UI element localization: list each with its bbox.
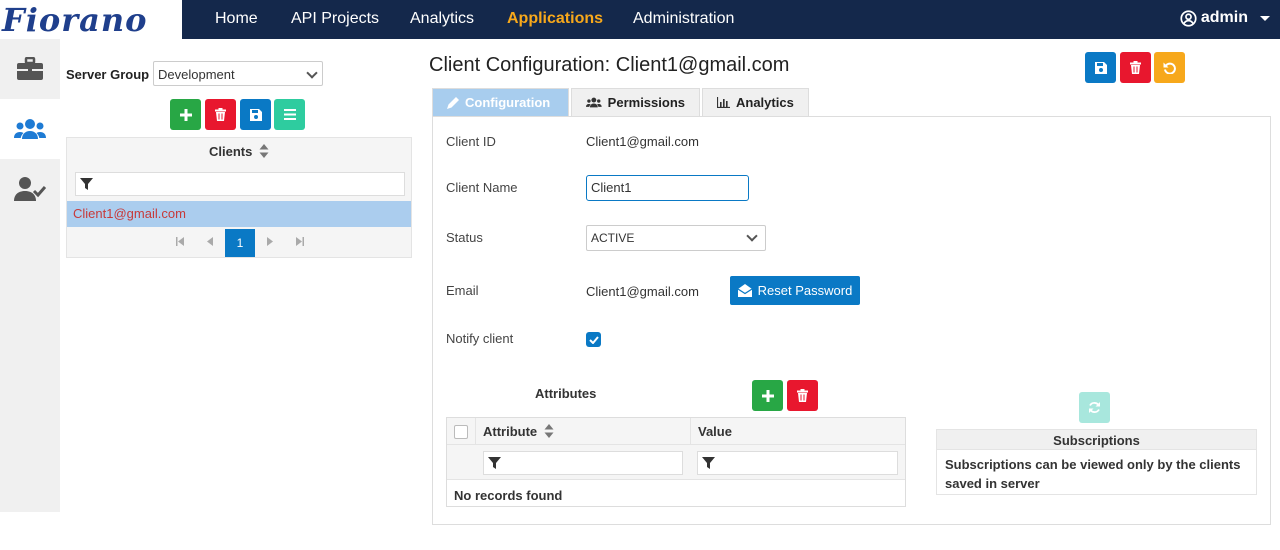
add-attribute-button[interactable] xyxy=(752,380,783,411)
subscriptions-message: Subscriptions can be viewed only by the … xyxy=(936,450,1257,495)
plus-icon xyxy=(761,389,774,402)
trash-icon xyxy=(215,108,226,121)
value-filter-input[interactable] xyxy=(697,451,898,475)
server-group-value: Development xyxy=(158,67,235,82)
refresh-subscriptions-button[interactable] xyxy=(1079,392,1110,423)
check-icon xyxy=(588,335,599,344)
reset-password-button[interactable]: Reset Password xyxy=(730,276,860,305)
status-value: ACTIVE xyxy=(591,231,635,245)
clients-pager: 1 xyxy=(67,227,411,257)
client-name-label: Client Name xyxy=(446,180,518,195)
status-select[interactable]: ACTIVE xyxy=(586,225,766,251)
floppy-icon xyxy=(1094,61,1107,74)
no-records-text: No records found xyxy=(454,488,563,503)
prev-page-icon[interactable] xyxy=(195,229,225,257)
users-icon xyxy=(586,97,602,108)
notify-client-label: Notify client xyxy=(446,331,514,346)
tab-analytics-label: Analytics xyxy=(736,95,794,110)
sidebar-item-applications[interactable] xyxy=(0,39,60,99)
list-icon xyxy=(283,109,296,120)
refresh-icon xyxy=(1089,402,1100,413)
attributes-label: Attributes xyxy=(535,386,597,401)
delete-attribute-button[interactable] xyxy=(787,380,818,411)
sort-icon xyxy=(259,144,269,158)
save-client-button[interactable] xyxy=(240,99,271,130)
server-group-label: Server Group xyxy=(66,67,150,82)
page-title: Client Configuration: Client1@gmail.com xyxy=(429,54,790,76)
client-row-email: Client1@gmail.com xyxy=(73,206,186,221)
client-id-label: Client ID xyxy=(446,134,496,149)
delete-client-button[interactable] xyxy=(205,99,236,130)
last-page-icon[interactable] xyxy=(285,229,315,257)
page-number[interactable]: 1 xyxy=(225,229,255,257)
tab-configuration-label: Configuration xyxy=(465,95,551,110)
chevron-down-icon xyxy=(1260,15,1270,21)
undo-icon xyxy=(1163,62,1176,74)
tab-permissions-label: Permissions xyxy=(607,95,685,110)
chevron-down-icon xyxy=(746,230,758,242)
save-button[interactable] xyxy=(1085,52,1116,83)
undo-button[interactable] xyxy=(1154,52,1185,83)
reset-password-label: Reset Password xyxy=(757,283,853,298)
plus-icon xyxy=(179,108,192,121)
email-label: Email xyxy=(446,283,479,298)
filter-icon xyxy=(702,457,715,469)
logo-text: Fiorano xyxy=(2,0,148,39)
client-name-input[interactable]: Client1 xyxy=(586,175,749,201)
tab-permissions[interactable]: Permissions xyxy=(571,88,700,116)
attribute-filter-input[interactable] xyxy=(483,451,683,475)
user-circle-icon xyxy=(1180,9,1197,27)
list-button[interactable] xyxy=(274,99,305,130)
attributes-table: Attribute Value No records found xyxy=(446,417,906,507)
notify-client-checkbox[interactable] xyxy=(586,332,601,347)
top-navbar: Fiorano Home API Projects Analytics Appl… xyxy=(0,0,1280,39)
subscriptions-header: Subscriptions xyxy=(936,429,1257,450)
users-icon xyxy=(14,119,46,139)
sidebar xyxy=(0,39,60,512)
tab-analytics[interactable]: Analytics xyxy=(702,88,809,116)
sidebar-item-user-approval[interactable] xyxy=(0,159,60,219)
server-group-select[interactable]: Development xyxy=(153,61,323,86)
clients-table: Clients Client1@gmail.com 1 xyxy=(66,137,412,258)
briefcase-icon xyxy=(17,57,43,80)
filter-icon xyxy=(80,178,93,190)
sidebar-item-clients[interactable] xyxy=(0,99,60,159)
nav-applications[interactable]: Applications xyxy=(507,10,603,28)
client-row[interactable]: Client1@gmail.com xyxy=(67,201,411,227)
user-menu[interactable]: admin xyxy=(1180,9,1270,27)
client-id-value: Client1@gmail.com xyxy=(586,134,699,149)
clients-column-header[interactable]: Clients xyxy=(67,138,411,164)
next-page-icon[interactable] xyxy=(255,229,285,257)
envelope-open-icon xyxy=(737,284,752,297)
nav-home[interactable]: Home xyxy=(215,10,258,28)
nav-api-projects[interactable]: API Projects xyxy=(291,10,379,28)
tab-configuration[interactable]: Configuration xyxy=(432,88,569,116)
clients-header-label: Clients xyxy=(209,144,253,159)
bar-chart-icon xyxy=(717,97,730,108)
pencil-icon xyxy=(447,96,459,109)
sort-icon xyxy=(544,424,554,438)
email-value: Client1@gmail.com xyxy=(586,284,699,299)
clients-filter-input[interactable] xyxy=(75,172,405,196)
logo: Fiorano xyxy=(0,0,182,39)
attribute-column-header[interactable]: Attribute xyxy=(483,424,554,439)
select-all-checkbox[interactable] xyxy=(454,425,468,439)
first-page-icon[interactable] xyxy=(165,229,195,257)
trash-icon xyxy=(797,389,808,402)
user-check-icon xyxy=(14,177,46,201)
filter-icon xyxy=(488,457,501,469)
user-name: admin xyxy=(1200,9,1248,26)
trash-icon xyxy=(1130,61,1141,74)
attributes-table-header: Attribute Value xyxy=(447,418,905,480)
status-label: Status xyxy=(446,230,483,245)
floppy-icon xyxy=(249,108,262,121)
value-column-header[interactable]: Value xyxy=(698,424,732,439)
delete-button[interactable] xyxy=(1120,52,1151,83)
chevron-down-icon xyxy=(306,67,318,79)
nav-analytics[interactable]: Analytics xyxy=(410,10,474,28)
nav-administration[interactable]: Administration xyxy=(633,10,734,28)
attributes-filter-row xyxy=(447,445,905,480)
add-client-button[interactable] xyxy=(170,99,201,130)
